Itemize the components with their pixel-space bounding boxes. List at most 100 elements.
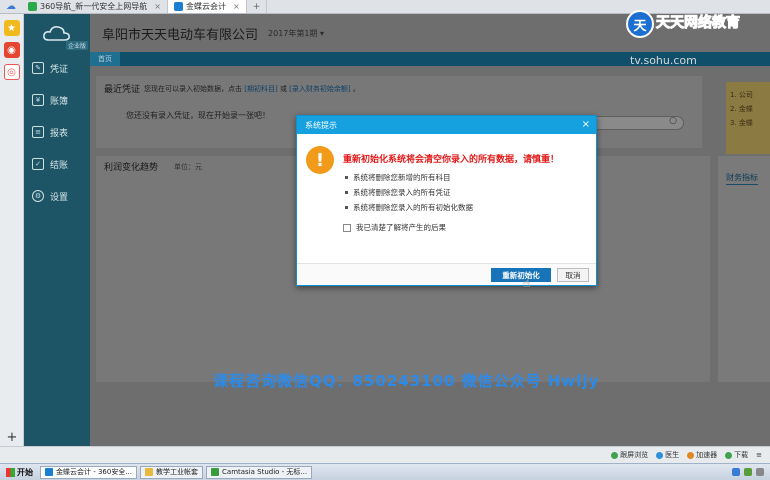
browser-tab-label: 360导航_新一代安全上网导航 (40, 2, 148, 11)
brand-name: 天天网络教育 (656, 15, 741, 32)
sticky-note: 1. 公司 2. 金蝶 3. 金蝶 (726, 82, 770, 154)
dialog-title: 系统提示 (305, 120, 337, 130)
taskbar-item-label: 金蝶云会计 - 360安全... (56, 468, 133, 476)
kingdee-icon (45, 468, 53, 476)
report-icon: ≡ (32, 126, 44, 138)
list-item-text: 系统将删除您录入的所有初始化数据 (353, 203, 473, 212)
nav-item-label: 设置 (50, 192, 69, 203)
list-item: 系统将删除您录入的所有初始化数据 (345, 200, 473, 215)
tab-home[interactable]: 首页 (90, 52, 120, 66)
menu-icon: ≡ (756, 451, 762, 459)
status-accelerator[interactable]: 加速器 (687, 450, 717, 460)
brand-watermark: 天 天天网络教育 tv.sohu.com (626, 10, 768, 67)
taskbar-item-camtasia[interactable]: Camtasia Studio - 无标... (206, 465, 313, 479)
sohu-watermark: tv.sohu.com (630, 54, 697, 67)
weibo-icon[interactable]: ◉ (3, 42, 20, 58)
status-download[interactable]: 下载 (725, 450, 748, 460)
bullet-icon (345, 191, 348, 194)
add-sidebar-icon[interactable]: + (0, 430, 24, 445)
warning-icon: ! (306, 146, 334, 174)
nav-item-settings[interactable]: ⚙ 设置 (24, 180, 90, 212)
cloud-home-icon[interactable]: ☁ (0, 0, 22, 13)
dialog-warning-heading: 重新初始化系统将会清空你录入的所有数据，请慎重！ (343, 155, 560, 165)
screen-icon (611, 451, 619, 459)
edition-badge: 企业版 (65, 41, 88, 50)
taskbar-item-browser[interactable]: 金蝶云会计 - 360安全... (40, 465, 138, 479)
hint-text: 或 (279, 85, 287, 93)
kingdee-icon (173, 2, 183, 11)
camtasia-icon (211, 468, 220, 476)
360-icon (28, 2, 37, 11)
browser-side-strip: ★ ◉ ◎ + (0, 14, 24, 463)
dialog-footer: 重新初始化 取消 (297, 263, 596, 285)
close-icon[interactable]: × (582, 119, 590, 131)
nav-item-ledger[interactable]: ¥ 账簿 (24, 84, 90, 116)
windows-logo-icon (6, 467, 15, 477)
star-icon[interactable]: ★ (3, 20, 20, 36)
tab-finance-indicators[interactable]: 财务指标 (726, 172, 758, 185)
unit-label: 单位：元 (174, 163, 202, 171)
finance-indicators-panel: 财务指标 (718, 156, 770, 382)
nav-item-report[interactable]: ≡ 报表 (24, 116, 90, 148)
note-line: 1. 公司 (730, 91, 753, 99)
tray-icon[interactable] (756, 468, 764, 476)
download-icon (725, 451, 733, 459)
status-doctor[interactable]: 医生 (656, 450, 679, 460)
bullet-icon (345, 206, 348, 209)
reinitialize-dialog: 系统提示 × ! 重新初始化系统将会清空你录入的所有数据，请慎重！ 系统将删除您… (296, 115, 597, 286)
ledger-icon: ¥ (32, 94, 44, 106)
new-tab-button[interactable]: + (247, 0, 268, 13)
taskbar-item-folder[interactable]: 教学工业帐套 (140, 465, 204, 479)
company-name: 阜阳市天天电动车有限公司 (102, 27, 259, 43)
hint-text: 您现在可以录入初始数据，点击 (144, 85, 242, 93)
opening-accounts-link[interactable]: [期初科目] (244, 85, 277, 93)
status-label: 下载 (734, 451, 749, 459)
acknowledge-checkbox-row[interactable]: 我已清楚了解将产生的后果 (343, 222, 446, 233)
taskbar-item-label: Camtasia Studio - 无标... (222, 468, 308, 476)
bullet-icon (345, 176, 348, 179)
consequence-list: 系统将删除您新增的所有科目 系统将删除您录入的所有凭证 系统将删除您录入的所有初… (345, 170, 473, 215)
status-label: 跟屏浏览 (620, 451, 649, 459)
cancel-button[interactable]: 取消 (557, 268, 589, 282)
card-title: 利润变化趋势 (104, 163, 159, 173)
initial-data-hint: 您现在可以录入初始数据，点击 [期初科目] 或 [录入财务初始余额] 。 (144, 84, 360, 94)
caret-down-icon: ▾ (320, 28, 325, 38)
browser-status-bar: 跟屏浏览 医生 加速器 下载 ≡ (0, 446, 770, 463)
settings-gear-icon: ⚙ (32, 190, 44, 202)
nav-item-label: 账簿 (50, 96, 69, 107)
browser-tab-kingdee[interactable]: 金蝶云会计 × (167, 0, 247, 13)
start-button[interactable]: 开始 (2, 467, 37, 478)
accelerator-icon (687, 451, 695, 459)
close-icon[interactable]: × (233, 2, 240, 11)
opening-balance-link[interactable]: [录入财务初始余额] (289, 85, 350, 93)
tray-icon[interactable] (744, 468, 752, 476)
period-label: 2017年第1期 (268, 28, 318, 38)
status-menu[interactable]: ≡ (756, 451, 762, 459)
target-icon[interactable]: ◎ (3, 64, 20, 80)
status-label: 医生 (665, 451, 680, 459)
status-follow-screen[interactable]: 跟屏浏览 (611, 450, 648, 460)
note-line: 2. 金蝶 (730, 105, 753, 113)
acknowledge-checkbox[interactable] (343, 223, 351, 232)
close-icon[interactable]: × (154, 2, 161, 11)
list-item-text: 系统将删除您新增的所有科目 (353, 173, 451, 182)
tray-icon[interactable] (732, 468, 740, 476)
nav-item-close-period[interactable]: ✓ 结账 (24, 148, 90, 180)
nav-item-label: 结账 (50, 160, 69, 171)
status-label: 加速器 (696, 451, 718, 459)
app-logo[interactable]: 企业版 (24, 14, 90, 52)
course-contact-watermark: 课程咨询微信QQ：850243100 微信公众号 Hwljy (213, 372, 600, 390)
acknowledge-label: 我已清楚了解将产生的后果 (356, 223, 446, 232)
hint-text: 。 (352, 85, 360, 93)
empty-vouchers-message: 您还没有录入凭证，现在开始录一张吧！ (126, 111, 270, 120)
list-item-text: 系统将删除您录入的所有凭证 (353, 188, 451, 197)
dialog-title-bar: 系统提示 × (297, 116, 596, 134)
system-tray (732, 468, 770, 476)
browser-tab-360[interactable]: 360导航_新一代安全上网导航 × (22, 0, 168, 13)
period-selector[interactable]: 2017年第1期 ▾ (268, 28, 324, 39)
reinitialize-button[interactable]: 重新初始化 (491, 268, 551, 282)
search-icon[interactable]: ○ (669, 116, 677, 126)
card-title: 最近凭证 (104, 85, 141, 95)
nav-item-voucher[interactable]: ✎ 凭证 (24, 52, 90, 84)
app-sidebar: 企业版 ✎ 凭证 ¥ 账簿 ≡ 报表 ✓ 结账 ⚙ 设置 (24, 14, 90, 463)
